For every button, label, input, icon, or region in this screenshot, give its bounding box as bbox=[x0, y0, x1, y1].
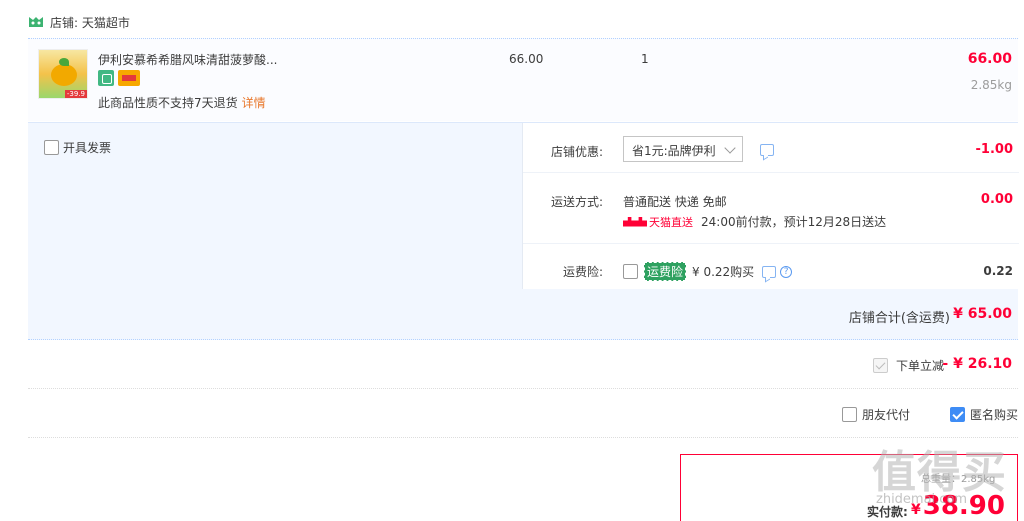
shipping-eta: 24:00前付款，预计12月28日送达 bbox=[701, 215, 887, 229]
guarantee-icon[interactable] bbox=[98, 70, 114, 86]
chevron-down-icon bbox=[724, 142, 736, 154]
tmall-shop-icon bbox=[29, 17, 43, 27]
shop-total-value: ¥ 65.00 bbox=[953, 306, 1012, 322]
shop-discount-select[interactable]: 省1元:品牌伊利 bbox=[623, 136, 743, 162]
insurance-help-wrap: ? bbox=[780, 265, 793, 278]
friend-pay-label[interactable]: 朋友代付 bbox=[862, 406, 910, 423]
shipping-label: 运送方式: bbox=[550, 195, 603, 209]
watermark-url: zhidemai.com bbox=[876, 492, 968, 507]
tmall-cat-icon bbox=[623, 216, 647, 227]
unit-price: 66.00 bbox=[509, 52, 544, 66]
anonymous-purchase-checkbox[interactable] bbox=[949, 407, 965, 422]
return-policy-text: 此商品性质不支持7天退货 bbox=[98, 96, 238, 110]
insurance-message-wrap bbox=[760, 265, 777, 278]
invoice-checkbox[interactable] bbox=[44, 140, 59, 155]
order-item-row: -39.9 伊利安慕希希腊风味清甜菠萝酸... 此商品性质不支持7天退货 详情 6… bbox=[28, 38, 1018, 121]
item-weight: 2.85kg bbox=[970, 78, 1012, 92]
shipping-insurance-label: 运费险: bbox=[562, 265, 603, 279]
shipping-insurance-row: 运费险: 运费险 ¥ 0.22购买 ? 0.22 bbox=[523, 244, 1019, 290]
order-options-panel: 开具发票 店铺优惠: 省1元:品牌伊利 -1.00 运送方式: 普通配送 快递 … bbox=[28, 122, 1019, 290]
shipping-method: 普通配送 快递 免邮 bbox=[623, 195, 727, 209]
service-icons bbox=[98, 70, 140, 86]
insurance-checkbox[interactable] bbox=[623, 264, 638, 279]
insurance-option: 运费险 ¥ 0.22购买 ? bbox=[623, 262, 793, 281]
tmall-direct-text: 天猫直送 bbox=[649, 215, 693, 229]
shop-name[interactable]: 店铺: 天猫超市 bbox=[50, 14, 130, 31]
shop-discount-selected: 省1元:品牌伊利 bbox=[632, 144, 716, 158]
shop-header: 店铺: 天猫超市 bbox=[28, 12, 130, 32]
anonymous-purchase-label[interactable]: 匿名购买 bbox=[970, 406, 1018, 423]
shop-discount-label: 店铺优惠: bbox=[550, 145, 603, 159]
product-title[interactable]: 伊利安慕希希腊风味清甜菠萝酸... bbox=[98, 51, 277, 68]
anonymous-purchase-option[interactable]: 匿名购买 bbox=[949, 406, 1018, 423]
product-image-leaf bbox=[59, 58, 69, 66]
watermark-logo: 值得买 bbox=[872, 447, 1007, 498]
order-settings: 店铺优惠: 省1元:品牌伊利 -1.00 运送方式: 普通配送 快递 免邮 天猫… bbox=[522, 123, 1019, 290]
instant-discount-checkbox bbox=[873, 358, 888, 373]
instant-discount-row: 下单立减 - ¥ 26.10 bbox=[28, 340, 1018, 389]
credit-card-icon[interactable] bbox=[118, 70, 140, 86]
thumbnail-price-tag: -39.9 bbox=[64, 90, 87, 98]
instant-discount-label: 下单立减 bbox=[895, 359, 944, 373]
insurance-price: ¥ 0.22购买 bbox=[692, 265, 755, 279]
message-icon[interactable] bbox=[760, 144, 774, 156]
product-image-fruit bbox=[51, 64, 77, 86]
instant-discount-value: - ¥ 26.10 bbox=[942, 356, 1012, 372]
insurance-badge: 运费险 bbox=[644, 262, 687, 281]
friend-pay-checkbox[interactable] bbox=[841, 407, 857, 422]
shop-total-row: 店铺合计(含运费) ¥ 65.00 bbox=[28, 289, 1018, 340]
shop-discount-row: 店铺优惠: 省1元:品牌伊利 -1.00 bbox=[523, 123, 1019, 173]
shipping-amount: 0.00 bbox=[980, 192, 1013, 207]
shop-discount-amount: -1.00 bbox=[975, 142, 1013, 157]
help-icon[interactable]: ? bbox=[780, 265, 793, 278]
tmall-direct-logo: 天猫直送 bbox=[623, 214, 693, 230]
friend-pay-option[interactable]: 朋友代付 bbox=[841, 406, 910, 423]
insurance-amount: 0.22 bbox=[983, 264, 1013, 278]
product-thumbnail[interactable]: -39.9 bbox=[38, 49, 88, 99]
shipping-eta-line: 天猫直送 24:00前付款，预计12月28日送达 bbox=[623, 213, 886, 230]
instant-discount-checkbox-wrap bbox=[873, 358, 888, 376]
pay-options-row: 朋友代付 匿名购买 bbox=[28, 389, 1018, 438]
invoice-option[interactable]: 开具发票 bbox=[44, 139, 111, 156]
return-detail-link[interactable]: 详情 bbox=[242, 96, 266, 110]
shop-total-label: 店铺合计(含运费) bbox=[848, 311, 950, 326]
invoice-label[interactable]: 开具发票 bbox=[63, 139, 111, 156]
quantity: 1 bbox=[641, 52, 649, 66]
item-subtotal: 66.00 bbox=[967, 51, 1012, 67]
shipping-row: 运送方式: 普通配送 快递 免邮 天猫直送 24:00前付款，预计12月28日送… bbox=[523, 173, 1019, 244]
message-icon[interactable] bbox=[762, 265, 777, 278]
return-policy-note: 此商品性质不支持7天退货 详情 bbox=[98, 94, 266, 111]
